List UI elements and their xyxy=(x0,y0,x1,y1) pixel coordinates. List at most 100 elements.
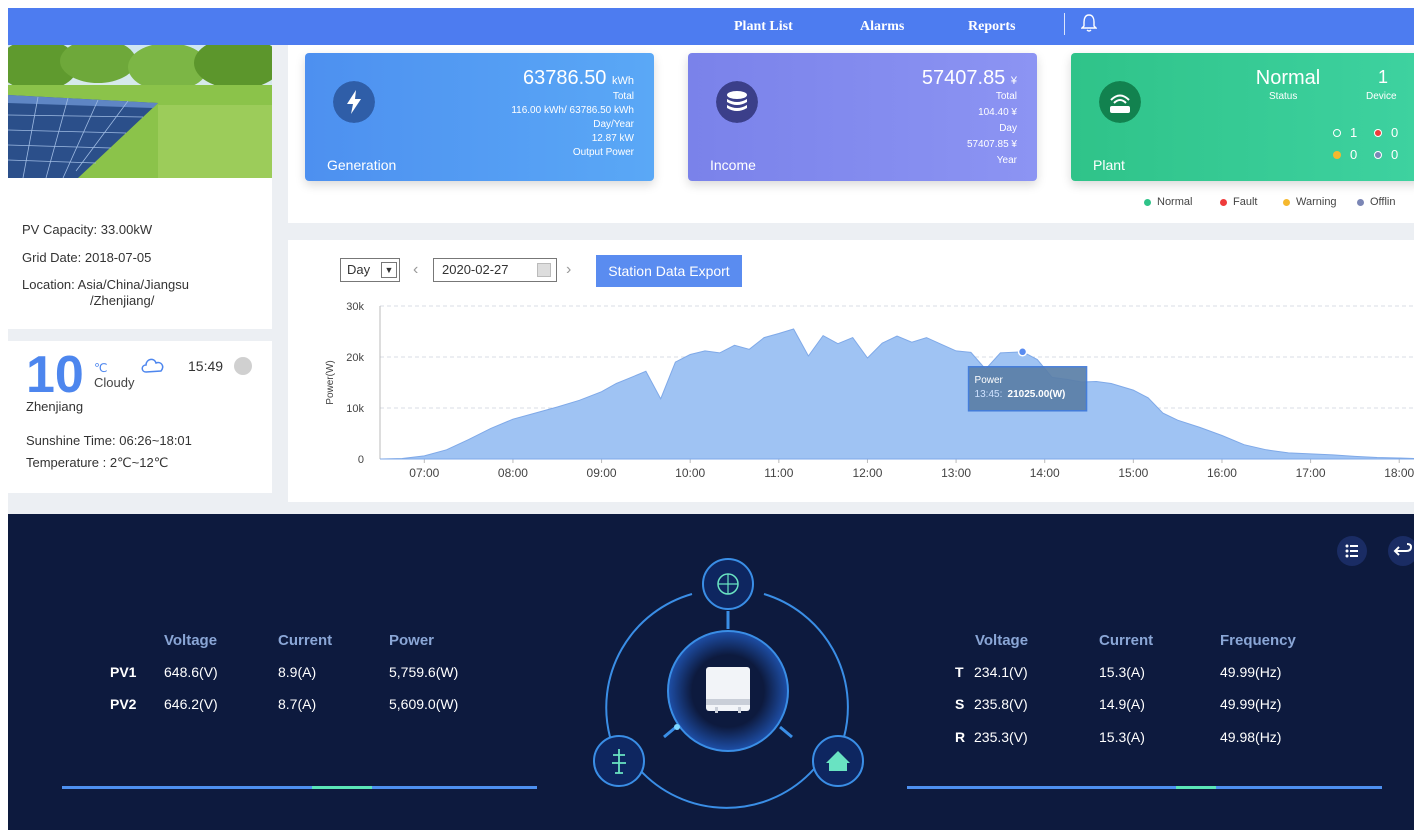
legend-fault: Fault xyxy=(1220,196,1257,208)
tooltip-time: 13:45: xyxy=(975,389,1003,400)
cloud-icon xyxy=(141,358,164,373)
flow-panel: Voltage Current Power PV1 648.6(V) 8.9(A… xyxy=(8,514,1414,830)
prev-date-icon[interactable]: ‹ xyxy=(413,261,418,279)
x-tick-label: 11:00 xyxy=(764,466,793,480)
back-icon xyxy=(1393,543,1413,556)
app-frame: Plant List Alarms Reports PV Capacity: 3… xyxy=(8,8,1414,830)
x-tick-label: 14:00 xyxy=(1030,466,1060,480)
y-tick-label: 10k xyxy=(346,403,364,415)
list-button[interactable] xyxy=(1337,536,1367,566)
generation-card[interactable]: 63786.50 kWh Total 116.00 kWh/ 63786.50 … xyxy=(305,53,654,181)
temperature-range-value: 2℃~12℃ xyxy=(109,455,169,470)
generation-total-value: 63786.50 xyxy=(523,67,607,89)
nav-reports[interactable]: Reports xyxy=(968,19,1015,35)
income-total: 57407.85 ¥ xyxy=(922,67,1017,90)
period-select-value: Day xyxy=(347,262,371,277)
router-icon xyxy=(1099,81,1141,123)
clock-icon xyxy=(234,357,252,375)
ac-current-header: Current xyxy=(1099,632,1154,649)
income-day-label: Day xyxy=(999,123,1017,134)
plant-title: Plant xyxy=(1093,157,1125,173)
x-tick-label: 13:00 xyxy=(941,466,971,480)
grid-date-value: 2018-07-05 xyxy=(84,250,152,265)
weather-condition: Cloudy xyxy=(94,375,135,390)
nav-alarms[interactable]: Alarms xyxy=(860,19,904,35)
generation-total-label: Total xyxy=(612,91,634,102)
y-tick-label: 0 xyxy=(358,454,364,466)
income-day: 104.40 ¥ xyxy=(978,107,1017,118)
phase-s-label: S xyxy=(955,696,965,712)
pv2-label: PV2 xyxy=(110,696,137,712)
dc-power-header: Power xyxy=(389,632,435,649)
offline-dot xyxy=(1374,151,1382,159)
nav-plant-list[interactable]: Plant List xyxy=(734,19,793,35)
sunshine-row: Sunshine Time: 06:26~18:01 xyxy=(26,433,192,448)
income-total-label: Total xyxy=(995,91,1017,102)
phase-s-frequency: 49.99(Hz) xyxy=(1220,696,1282,712)
next-date-icon[interactable]: › xyxy=(566,261,571,279)
ac-flow-line xyxy=(907,786,1382,789)
phase-t-frequency: 49.99(Hz) xyxy=(1220,664,1282,680)
x-tick-label: 07:00 xyxy=(409,466,439,480)
power-chart[interactable]: 30k 20k 10k 0 Power(W) 07:00 08:00 09:00 10:00 11… xyxy=(288,288,1414,488)
temperature-range-row: Temperature : 2℃~12℃ xyxy=(26,455,168,471)
y-tick-label: 30k xyxy=(346,301,364,313)
generation-dayyear-label: Day/Year xyxy=(593,119,634,130)
phase-r-frequency: 49.98(Hz) xyxy=(1220,729,1282,745)
generation-title: Generation xyxy=(327,157,397,173)
y-tick-label: 20k xyxy=(346,352,364,364)
weather-card: 10 ℃ Cloudy 15:49 Zhenjiang Sunshine Tim… xyxy=(8,341,272,493)
dc-voltage-header: Voltage xyxy=(164,632,218,649)
bell-icon[interactable] xyxy=(1081,13,1097,33)
weather-city: Zhenjiang xyxy=(26,399,84,414)
x-tick-label: 15:00 xyxy=(1118,466,1148,480)
x-tick-label: 09:00 xyxy=(587,466,617,480)
phase-r-label: R xyxy=(955,729,966,745)
tooltip-value: 21025.00(W) xyxy=(1008,389,1066,400)
sunshine-label: Sunshine Time: xyxy=(26,433,116,448)
period-select[interactable]: Day ▼ xyxy=(340,258,400,282)
dc-current-header: Current xyxy=(278,632,333,649)
pv1-power: 5,759.6(W) xyxy=(389,664,459,680)
lightning-icon xyxy=(333,81,375,123)
location-value: Asia/China/Jiangsu xyxy=(77,277,189,292)
pv2-voltage: 646.2(V) xyxy=(164,696,218,712)
chevron-down-icon: ▼ xyxy=(381,262,397,278)
pv1-label: PV1 xyxy=(110,664,137,680)
phase-t-label: T xyxy=(955,664,964,680)
calendar-icon[interactable] xyxy=(537,263,551,277)
warning-count: 0 xyxy=(1350,147,1358,162)
x-tick-label: 10:00 xyxy=(675,466,705,480)
pv1-current: 8.9(A) xyxy=(278,664,317,680)
date-input[interactable]: 2020-02-27 xyxy=(433,258,557,282)
generation-total-unit: kWh xyxy=(612,75,634,87)
plant-info-card: PV Capacity: 33.00kW Grid Date: 2018-07-… xyxy=(8,45,272,329)
legend-normal: Normal xyxy=(1144,196,1192,208)
location-label: Location: xyxy=(22,277,75,292)
temperature-range-label: Temperature : xyxy=(26,455,107,470)
x-tick-label: 17:00 xyxy=(1296,466,1326,480)
phase-t-voltage: 234.1(V) xyxy=(974,664,1028,680)
generation-output: 12.87 kW xyxy=(591,133,634,144)
pv-capacity-label: PV Capacity: xyxy=(22,222,98,237)
back-button[interactable] xyxy=(1388,536,1414,566)
list-icon xyxy=(1345,544,1358,558)
phase-t-current: 15.3(A) xyxy=(1099,664,1145,680)
income-year-label: Year xyxy=(996,155,1017,166)
y-axis-label: Power(W) xyxy=(325,360,336,404)
tooltip-title: Power xyxy=(975,375,1004,386)
legend-warning: Warning xyxy=(1283,196,1337,208)
fault-count: 0 xyxy=(1391,125,1399,140)
income-total-unit: ¥ xyxy=(1010,75,1017,87)
plant-card[interactable]: Normal Status 1 Device 1 0 0 0 Plant xyxy=(1071,53,1414,181)
income-card[interactable]: 57407.85 ¥ Total 104.40 ¥ Day 57407.85 ¥… xyxy=(688,53,1037,181)
x-tick-label: 16:00 xyxy=(1207,466,1237,480)
station-data-export-button[interactable]: Station Data Export xyxy=(596,255,742,287)
temperature-now: 10 xyxy=(26,346,84,404)
generation-dayyear: 116.00 kWh/ 63786.50 kWh xyxy=(511,105,634,116)
location-value-line2: /Zhenjiang/ xyxy=(90,293,155,308)
normal-dot xyxy=(1333,129,1341,137)
generation-output-label: Output Power xyxy=(572,147,634,158)
x-tick-label: 18:00 xyxy=(1384,466,1414,480)
pv-capacity-row: PV Capacity: 33.00kW xyxy=(22,222,152,237)
